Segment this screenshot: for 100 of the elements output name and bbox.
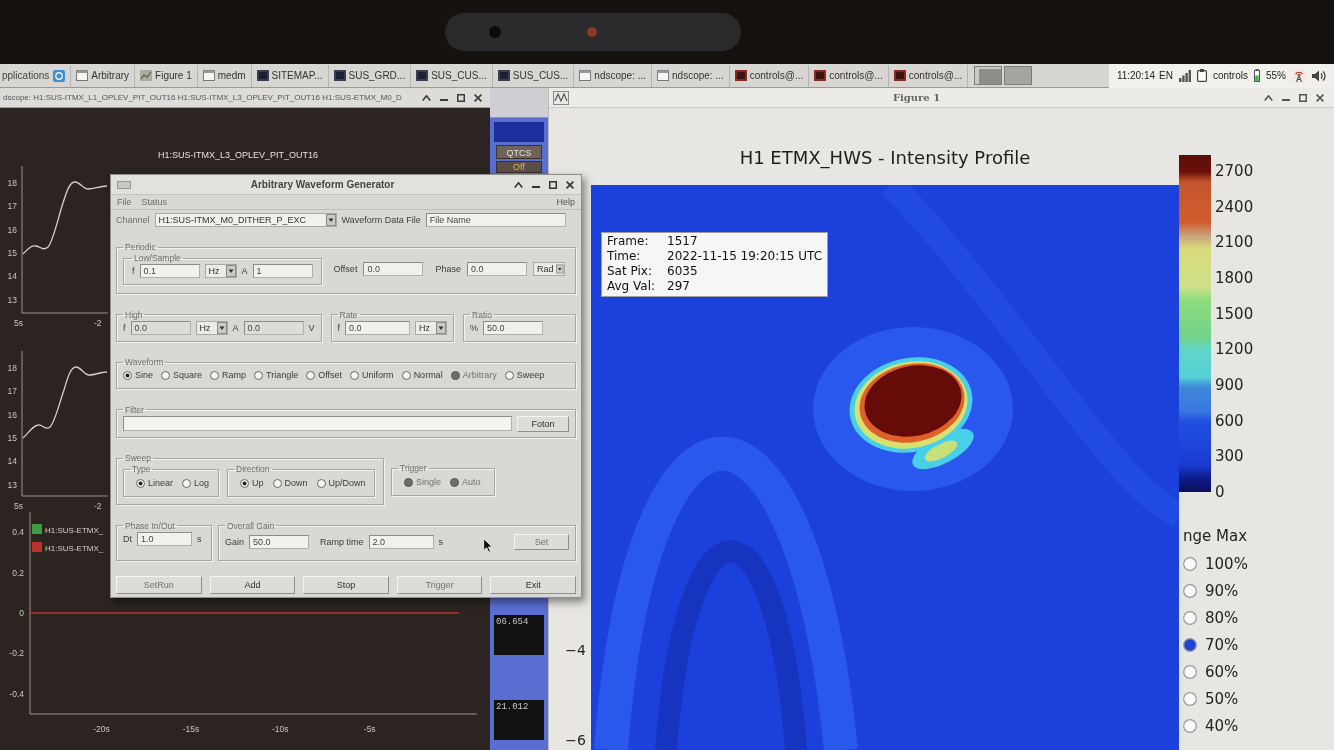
workspace-button[interactable]: [1004, 66, 1033, 85]
signal-bars-icon[interactable]: [1178, 69, 1191, 82]
taskbar-button[interactable]: SITEMAP...: [251, 64, 329, 87]
caret-up-icon[interactable]: [422, 94, 431, 101]
close-icon[interactable]: [566, 180, 574, 189]
unit-dropdown[interactable]: Hz: [204, 264, 237, 279]
applications-menu-button[interactable]: pplications: [0, 64, 72, 87]
colorbar-tick-label: 900: [1215, 376, 1245, 393]
clipboard-icon[interactable]: [1196, 69, 1207, 82]
range-option[interactable]: 60%: [1183, 658, 1334, 685]
text-field[interactable]: 1.0: [137, 531, 192, 546]
taskbar-button[interactable]: ndscope: ...: [652, 64, 730, 87]
text-field[interactable]: 0.0: [130, 320, 191, 335]
readout-value: 06.654: [494, 615, 544, 655]
radio-option[interactable]: Sweep: [504, 370, 545, 381]
radio-option[interactable]: Normal: [401, 370, 443, 381]
text-field[interactable]: 0.0: [466, 262, 527, 277]
group-label: High: [124, 309, 144, 320]
axis-tick-label: 18: [7, 178, 17, 188]
taskbar-button[interactable]: ndscope: ...: [574, 64, 653, 87]
unit-dropdown[interactable]: Hz: [195, 320, 228, 335]
axis-tick-label: 5s: [14, 318, 23, 328]
axis-tick-label: 15: [7, 432, 17, 443]
dialog-button[interactable]: Add: [209, 575, 296, 594]
text-field[interactable]: 50.0: [483, 320, 544, 335]
menu-item[interactable]: Status: [141, 197, 168, 207]
range-option[interactable]: 40%: [1183, 712, 1334, 739]
dialog-button[interactable]: Exit: [490, 575, 576, 594]
close-icon[interactable]: [474, 93, 482, 102]
window-icon: [657, 70, 670, 81]
window-title: Figure 1: [891, 92, 942, 103]
taskbar-button[interactable]: controls@...: [888, 64, 969, 87]
radio-option[interactable]: Uniform: [350, 370, 394, 381]
axis-tick-label: -2: [94, 501, 102, 511]
colorbar-tick-label: 0: [1215, 483, 1226, 500]
range-option[interactable]: 90%: [1183, 577, 1334, 604]
maximize-icon[interactable]: [1299, 93, 1307, 102]
user-name: controls: [1212, 70, 1248, 81]
range-option[interactable]: 80%: [1183, 604, 1334, 631]
unit-dropdown[interactable]: Rad: [532, 262, 565, 277]
radio-option[interactable]: Up: [240, 478, 264, 489]
screen-button[interactable]: Off: [496, 161, 542, 173]
range-option[interactable]: 70%: [1183, 631, 1334, 658]
radio-option[interactable]: Square: [161, 370, 203, 381]
text-field[interactable]: 50.0: [249, 535, 309, 550]
antenna-icon[interactable]: [1292, 68, 1306, 83]
range-option[interactable]: 100%: [1183, 550, 1334, 577]
radio-option[interactable]: Log: [182, 478, 210, 489]
input-field[interactable]: [123, 416, 512, 432]
window-icon: [579, 70, 592, 81]
field-label: Channel: [116, 215, 150, 225]
maximize-icon[interactable]: [549, 180, 557, 189]
caret-up-icon[interactable]: [514, 181, 523, 188]
display-window-icon: [497, 70, 510, 81]
taskbar-button[interactable]: SUS_GRD...: [328, 64, 412, 87]
axis-tick-label: -10s: [272, 724, 289, 734]
battery-icon[interactable]: [1254, 69, 1260, 82]
taskbar-button[interactable]: controls@...: [729, 64, 810, 87]
colorbar-tick-label: 600: [1215, 412, 1245, 429]
mouse-pointer-icon: [483, 537, 493, 553]
taskbar-button[interactable]: Arbitrary: [71, 64, 136, 87]
group-label: Rate: [338, 309, 359, 320]
taskbar-button[interactable]: SUS_CUS...: [411, 64, 493, 87]
text-field[interactable]: 0.0: [243, 320, 304, 335]
screen-button[interactable]: QTCS: [496, 145, 542, 159]
maximize-icon[interactable]: [457, 93, 465, 102]
close-icon[interactable]: [1316, 93, 1324, 102]
caret-up-icon[interactable]: [1264, 94, 1273, 101]
workspace-button[interactable]: [974, 66, 1003, 85]
range-option[interactable]: 50%: [1183, 685, 1334, 712]
taskbar-button[interactable]: controls@...: [809, 64, 889, 87]
volume-icon[interactable]: [1312, 69, 1326, 82]
menu-item[interactable]: File: [117, 197, 132, 207]
text-field[interactable]: 0.1: [139, 264, 200, 279]
radio-option[interactable]: Linear: [136, 478, 174, 489]
text-field[interactable]: File Name: [425, 213, 566, 227]
text-field[interactable]: 0.0: [345, 320, 411, 335]
radio-option[interactable]: Sine: [123, 370, 153, 381]
dialog-button[interactable]: Foton: [517, 415, 569, 432]
taskbar-button[interactable]: Figure 1: [135, 64, 198, 87]
radio-option[interactable]: Ramp: [210, 370, 247, 381]
channel-dropdown[interactable]: H1:SUS-ITMX_M0_DITHER_P_EXC: [154, 213, 337, 227]
terminal-icon: [814, 70, 827, 81]
field-label: s: [438, 537, 444, 548]
axis-tick-label: 13: [7, 479, 17, 490]
text-field[interactable]: 1: [252, 264, 313, 279]
radio-option[interactable]: Up/Down: [316, 478, 366, 489]
text-field[interactable]: 0.0: [363, 262, 424, 277]
help-menu[interactable]: Help: [556, 197, 575, 207]
dialog-button[interactable]: Stop: [303, 575, 389, 594]
radio-option[interactable]: Triangle: [254, 370, 299, 381]
text-field[interactable]: 2.0: [368, 535, 434, 550]
radio-option[interactable]: Offset: [306, 370, 343, 381]
taskbar-button[interactable]: SUS_CUS...: [492, 64, 575, 87]
keyboard-layout-button[interactable]: EN: [1159, 70, 1173, 81]
unit-dropdown[interactable]: Hz: [415, 320, 448, 335]
taskbar-button[interactable]: medm: [197, 64, 252, 87]
field-label: %: [470, 322, 479, 333]
radio-option[interactable]: Down: [272, 478, 308, 489]
group-label: Direction: [235, 464, 271, 475]
